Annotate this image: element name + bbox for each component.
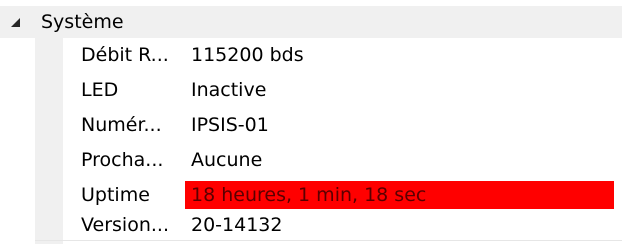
- category-label: Système: [41, 11, 124, 33]
- property-value[interactable]: IPSIS-01: [185, 111, 614, 139]
- property-name: LED: [81, 79, 119, 101]
- property-row-version[interactable]: Version... 20-14132: [63, 208, 622, 243]
- property-name: Version...: [81, 214, 169, 236]
- property-name: Numér...: [81, 114, 162, 136]
- property-value[interactable]: Inactive: [185, 76, 614, 104]
- property-name: Débit R...: [81, 44, 169, 66]
- property-value[interactable]: 115200 bds: [185, 41, 614, 69]
- property-name: Uptime: [81, 184, 150, 206]
- property-row-prochaine[interactable]: Procha... Aucune: [63, 143, 622, 178]
- property-value[interactable]: 20-14132: [185, 211, 614, 239]
- property-name: Procha...: [81, 149, 164, 171]
- category-header-systeme[interactable]: Système: [0, 6, 622, 38]
- property-row-debit[interactable]: Débit R... 115200 bds: [63, 38, 622, 73]
- property-row-led[interactable]: LED Inactive: [63, 73, 622, 108]
- property-row-numero[interactable]: Numér... IPSIS-01: [63, 108, 622, 143]
- property-value[interactable]: Aucune: [185, 146, 614, 174]
- property-grid: Système Débit R... 115200 bds LED Inacti…: [0, 0, 622, 244]
- triangle-expanded-icon[interactable]: [8, 15, 22, 29]
- grid-bottom-border: [35, 240, 622, 241]
- indent-gutter: [35, 38, 63, 244]
- property-value-highlighted[interactable]: 18 heures, 1 min, 18 sec: [185, 181, 614, 209]
